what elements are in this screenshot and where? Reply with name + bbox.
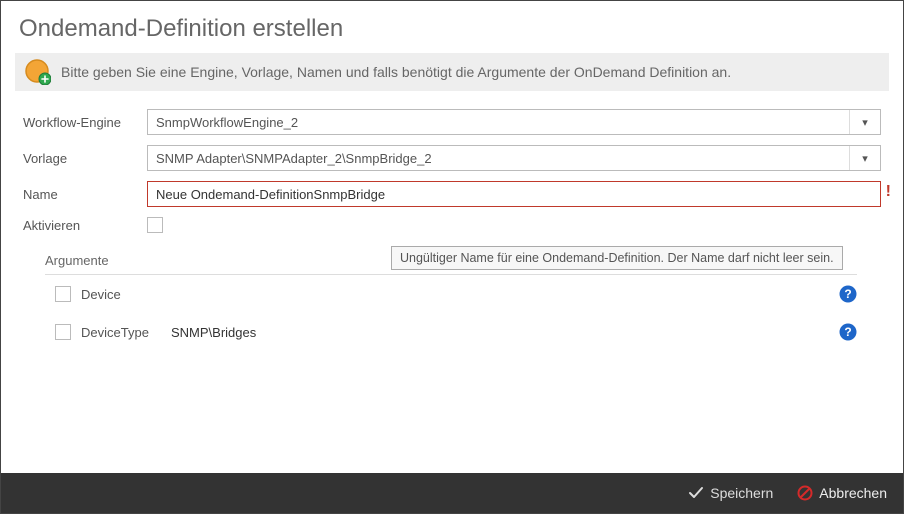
- info-text: Bitte geben Sie eine Engine, Vorlage, Na…: [61, 64, 731, 80]
- save-label: Speichern: [710, 485, 773, 501]
- info-add-icon: [25, 59, 51, 85]
- argument-row: Device ?: [45, 275, 881, 313]
- workflow-engine-value: SnmpWorkflowEngine_2: [156, 115, 849, 130]
- help-icon[interactable]: ?: [839, 323, 857, 341]
- save-button[interactable]: Speichern: [688, 485, 773, 501]
- page-title: Ondemand-Definition erstellen: [1, 1, 903, 53]
- svg-text:?: ?: [844, 325, 851, 339]
- name-value: Neue Ondemand-DefinitionSnmpBridge: [156, 187, 385, 202]
- row-template: Vorlage SNMP Adapter\SNMPAdapter_2\SnmpB…: [23, 145, 881, 171]
- row-name: Name Neue Ondemand-DefinitionSnmpBridge …: [23, 181, 881, 207]
- svg-text:?: ?: [844, 287, 851, 301]
- argument-checkbox[interactable]: [55, 324, 71, 340]
- workflow-engine-select[interactable]: SnmpWorkflowEngine_2 ▾: [147, 109, 881, 135]
- cancel-icon: [797, 485, 813, 501]
- row-activate: Aktivieren: [23, 217, 881, 233]
- label-workflow-engine: Workflow-Engine: [23, 115, 147, 130]
- check-icon: [688, 485, 704, 501]
- chevron-down-icon[interactable]: ▾: [849, 146, 880, 170]
- label-template: Vorlage: [23, 151, 147, 166]
- label-name: Name: [23, 187, 147, 202]
- argument-label: Device: [81, 287, 161, 302]
- label-activate: Aktivieren: [23, 218, 147, 233]
- argument-value: SNMP\Bridges: [171, 325, 829, 340]
- argument-row: DeviceType SNMP\Bridges ?: [45, 313, 881, 351]
- argument-label: DeviceType: [81, 325, 161, 340]
- footer: Speichern Abbrechen: [1, 473, 903, 513]
- form: Workflow-Engine SnmpWorkflowEngine_2 ▾ V…: [1, 109, 903, 351]
- cancel-button[interactable]: Abbrechen: [797, 485, 887, 501]
- validation-tooltip: Ungültiger Name für eine Ondemand-Defini…: [391, 246, 843, 270]
- chevron-down-icon[interactable]: ▾: [849, 110, 880, 134]
- argument-checkbox[interactable]: [55, 286, 71, 302]
- template-value: SNMP Adapter\SNMPAdapter_2\SnmpBridge_2: [156, 151, 849, 166]
- help-icon[interactable]: ?: [839, 285, 857, 303]
- name-input[interactable]: Neue Ondemand-DefinitionSnmpBridge: [147, 181, 881, 207]
- template-select[interactable]: SNMP Adapter\SNMPAdapter_2\SnmpBridge_2 …: [147, 145, 881, 171]
- cancel-label: Abbrechen: [819, 485, 887, 501]
- error-indicator-icon: !: [886, 183, 891, 201]
- dialog-window: Ondemand-Definition erstellen Bitte gebe…: [0, 0, 904, 514]
- info-bar: Bitte geben Sie eine Engine, Vorlage, Na…: [15, 53, 889, 91]
- row-workflow-engine: Workflow-Engine SnmpWorkflowEngine_2 ▾: [23, 109, 881, 135]
- activate-checkbox[interactable]: [147, 217, 163, 233]
